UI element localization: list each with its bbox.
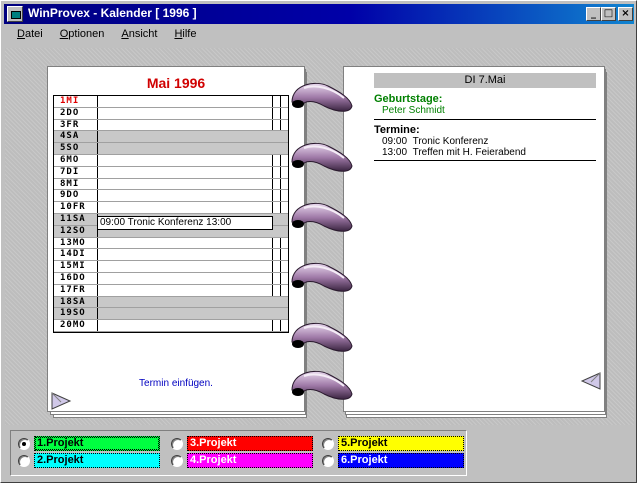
day-label: 1MI — [54, 96, 98, 107]
birthdays-title: Geburtstage: — [374, 93, 443, 105]
birthday-entry[interactable]: Peter Schmidt — [382, 105, 445, 116]
appointment-entry[interactable]: 13:00 Treffen mit H. Feierabend — [382, 147, 526, 158]
binder-ring — [291, 82, 353, 112]
project-4-label[interactable]: 4.Projekt — [187, 453, 313, 468]
app-icon[interactable] — [7, 6, 23, 22]
minimize-button[interactable]: _ — [586, 7, 601, 21]
binder-ring — [291, 142, 353, 172]
day-row[interactable]: 20MO — [54, 320, 288, 332]
day-label: 10FR — [54, 202, 98, 213]
day-label: 18SA — [54, 296, 98, 308]
day-label: 14DI — [54, 249, 98, 261]
project-selector: 1.Projekt 2.Projekt 3.Projekt 4.Projekt … — [10, 430, 467, 476]
day-row[interactable]: 19SO — [54, 308, 288, 321]
project-5-label[interactable]: 5.Projekt — [338, 436, 464, 451]
day-row[interactable]: 6MO — [54, 154, 288, 167]
day-row[interactable]: 8MI — [54, 178, 288, 191]
menu-ansicht[interactable]: Ansicht — [121, 28, 157, 40]
day-label: 15MI — [54, 261, 98, 272]
menu-bar: Datei Optionen Ansicht Hilfe — [4, 28, 200, 44]
day-label: 4SA — [54, 131, 98, 143]
day-row[interactable]: 16DO — [54, 272, 288, 285]
divider — [374, 119, 596, 120]
project-3-radio[interactable] — [171, 438, 183, 450]
project-2-radio[interactable] — [18, 455, 30, 467]
page-back-icon[interactable] — [50, 391, 72, 411]
project-1-radio[interactable] — [18, 438, 30, 450]
day-appointment-preview[interactable]: 09:00 Tronic Konferenz 13:00 — [97, 216, 273, 230]
appointment-time: 13:00 — [382, 147, 408, 158]
title-bar[interactable]: WinProvex - Kalender [ 1996 ] _ □ × — [4, 4, 634, 24]
window-title: WinProvex - Kalender [ 1996 ] — [28, 6, 197, 20]
day-row[interactable]: 4SA — [54, 131, 288, 144]
page-forward-icon[interactable] — [580, 371, 602, 391]
appointment-text: Tronic Konferenz — [412, 136, 489, 147]
day-row[interactable]: 9DO — [54, 190, 288, 203]
binder-ring — [291, 262, 353, 292]
day-label: 8MI — [54, 178, 98, 190]
day-row[interactable]: 14DI — [54, 249, 288, 262]
day-label: 5SO — [54, 143, 98, 154]
day-label: 19SO — [54, 308, 98, 320]
close-button[interactable]: × — [618, 7, 633, 21]
day-row[interactable]: 18SA — [54, 296, 288, 309]
day-row[interactable]: 2DO — [54, 107, 288, 120]
day-label: 2DO — [54, 107, 98, 119]
day-label: 20MO — [54, 320, 98, 331]
project-2-label[interactable]: 2.Projekt — [34, 453, 160, 468]
project-4-radio[interactable] — [171, 455, 183, 467]
ring-binder — [291, 82, 353, 400]
project-6-label[interactable]: 6.Projekt — [338, 453, 464, 468]
divider — [374, 160, 596, 161]
day-row[interactable]: 3FR — [54, 119, 288, 132]
month-title: Mai 1996 — [146, 75, 206, 91]
month-page: Mai 1996 1MI 2DO 3FR 4SA 5SO 6MO 7DI 8MI 9DO 10FR… — [47, 66, 305, 412]
binder-ring — [291, 370, 353, 400]
day-row[interactable]: 15MI — [54, 261, 288, 273]
binder-ring — [291, 322, 353, 352]
appointment-time: 09:00 — [382, 136, 408, 147]
appointments-title: Termine: — [374, 124, 420, 136]
day-page: DI 7.Mai Geburtstage: Peter Schmidt Term… — [343, 66, 605, 412]
day-label: 3FR — [54, 119, 98, 131]
appointment-entry[interactable]: 09:00 Tronic Konferenz — [382, 136, 488, 147]
day-label: 16DO — [54, 272, 98, 284]
project-1-label[interactable]: 1.Projekt — [34, 436, 160, 451]
day-label: 13MO — [54, 237, 98, 249]
day-row[interactable]: 1MI — [54, 96, 288, 108]
project-6-radio[interactable] — [322, 455, 334, 467]
day-label: 11SA — [54, 213, 98, 225]
binder-ring — [291, 202, 353, 232]
day-label: 6MO — [54, 154, 98, 166]
day-row[interactable]: 7DI — [54, 166, 288, 179]
insert-appointment-link[interactable]: Termin einfügen. — [48, 378, 304, 389]
project-3-label[interactable]: 3.Projekt — [187, 436, 313, 451]
day-label: 7DI — [54, 166, 98, 178]
day-row[interactable]: 13MO — [54, 237, 288, 250]
project-5-radio[interactable] — [322, 438, 334, 450]
menu-datei[interactable]: Datei — [17, 28, 43, 40]
appointment-text: Treffen mit H. Feierabend — [412, 147, 526, 158]
menu-hilfe[interactable]: Hilfe — [174, 28, 196, 40]
day-label: 9DO — [54, 190, 98, 202]
menu-optionen[interactable]: Optionen — [60, 28, 105, 40]
day-label: 17FR — [54, 284, 98, 296]
day-date-header: DI 7.Mai — [374, 73, 596, 88]
day-label: 12SO — [54, 225, 98, 237]
day-row[interactable]: 10FR — [54, 202, 288, 214]
day-row[interactable]: 17FR — [54, 284, 288, 297]
day-grid: 1MI 2DO 3FR 4SA 5SO 6MO 7DI 8MI 9DO 10FR 11SA 12SO 1… — [53, 95, 289, 333]
maximize-button[interactable]: □ — [601, 7, 616, 21]
day-row[interactable]: 5SO — [54, 143, 288, 155]
